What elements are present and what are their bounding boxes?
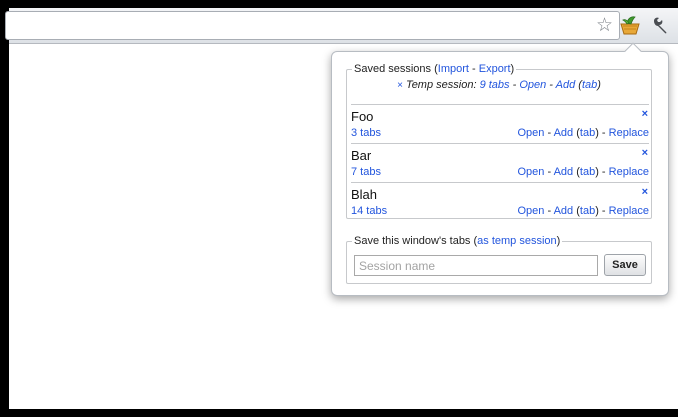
session-open-link[interactable]: Open [517,166,544,178]
address-bar[interactable]: ☆ [5,11,620,40]
session-delete-icon[interactable]: × [642,108,648,121]
session-add-tab-link[interactable]: tab [580,205,595,217]
temp-session-label: Temp session: [405,79,477,91]
session-replace-link[interactable]: Replace [609,127,649,139]
session-actions: Open - Add (tab) - Replace [517,205,649,217]
saved-sessions-fieldset: Saved sessions (Import - Export) × Temp … [346,63,652,220]
save-window-label: Save this window's tabs ( [354,235,478,247]
session-name: Foo [351,109,374,124]
star-icon[interactable]: ☆ [596,16,613,36]
temp-session-add-link[interactable]: Add [556,79,576,91]
session-name-input[interactable] [354,255,598,276]
session-row: Blah × 14 tabs Open - Add (tab) - Replac… [351,182,649,220]
session-actions: Open - Add (tab) - Replace [517,127,649,139]
session-row: Bar × 7 tabs Open - Add (tab) - Replace [351,143,649,181]
session-manager-extension-icon[interactable] [618,14,642,36]
legend-separator: - [468,63,479,75]
save-window-legend: Save this window's tabs (as temp session… [352,235,563,248]
session-delete-icon[interactable]: × [642,147,648,160]
temp-session-delete-icon[interactable]: × [397,80,403,91]
session-replace-link[interactable]: Replace [609,166,649,178]
saved-sessions-legend: Saved sessions (Import - Export) [352,63,517,76]
session-name: Blah [351,187,378,202]
session-delete-icon[interactable]: × [642,186,648,199]
session-replace-link[interactable]: Replace [609,205,649,217]
session-tabs-link[interactable]: 7 tabs [351,166,381,179]
session-actions: Open - Add (tab) - Replace [517,166,649,178]
session-tabs-link[interactable]: 3 tabs [351,127,381,140]
sessions-popup: Saved sessions (Import - Export) × Temp … [331,42,669,296]
legend-close-paren: ) [556,235,561,247]
session-tabs-link[interactable]: 14 tabs [351,205,387,218]
session-row: Foo × 3 tabs Open - Add (tab) - Replace [351,104,649,142]
wrench-icon[interactable] [651,15,671,35]
browser-window: ☆ Saved sessions (Import - Export) × Tem… [5,8,678,409]
browser-toolbar: ☆ [5,8,678,44]
popup-arrow [624,42,642,60]
session-add-tab-link[interactable]: tab [580,127,595,139]
session-add-link[interactable]: Add [554,205,574,217]
save-window-fieldset: Save this window's tabs (as temp session… [346,235,652,284]
save-button[interactable]: Save [604,254,646,276]
session-add-tab-link[interactable]: tab [580,166,595,178]
temp-session-row: × Temp session: 9 tabs - Open - Add (tab… [397,79,601,91]
session-add-link[interactable]: Add [554,166,574,178]
temp-session-add-tab-link[interactable]: tab [582,79,597,91]
saved-sessions-label: Saved sessions ( [354,63,438,75]
session-name: Bar [351,148,372,163]
export-link[interactable]: Export [479,63,511,75]
temp-session-tabs-link[interactable]: 9 tabs [480,79,510,91]
session-add-link[interactable]: Add [554,127,574,139]
save-as-temp-link[interactable]: as temp session [477,235,556,247]
temp-session-open-link[interactable]: Open [519,79,546,91]
session-open-link[interactable]: Open [517,127,544,139]
legend-close-paren: ) [510,63,515,75]
import-link[interactable]: Import [438,63,469,75]
session-open-link[interactable]: Open [517,205,544,217]
